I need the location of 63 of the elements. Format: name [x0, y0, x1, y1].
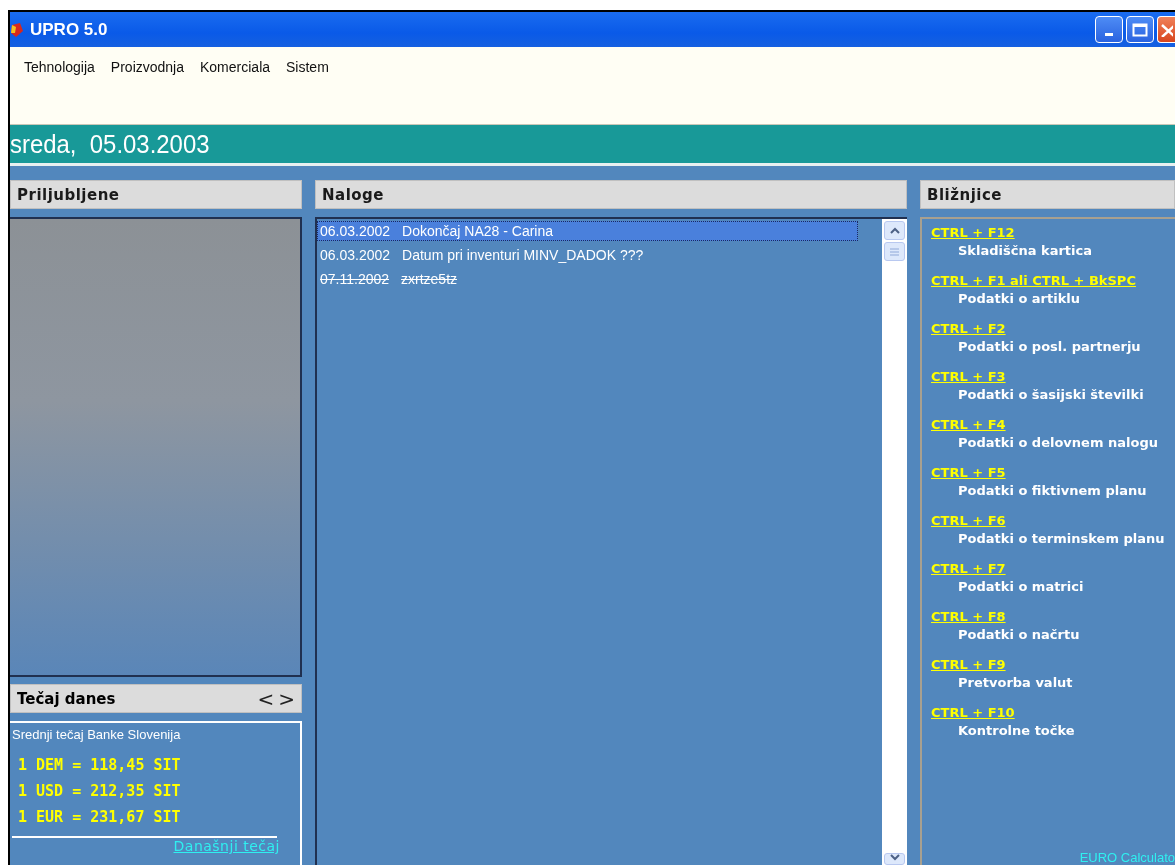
menu-item[interactable]: Sistem: [278, 57, 337, 77]
scroll-thumb[interactable]: [884, 242, 905, 261]
shortcut-label: Podatki o artiklu: [958, 291, 1081, 306]
shortcut-label: Podatki o fiktivnem planu: [958, 483, 1147, 498]
todays-rate-link[interactable]: Današnji tečaj: [173, 838, 280, 854]
close-icon: [1161, 22, 1173, 37]
current-date: sreda, 05.03.2003: [10, 128, 210, 160]
task-row[interactable]: 06.03.2002 Datum pri inventuri MINV_DADOK ???: [317, 245, 858, 265]
task-date: 06.03.2002: [320, 247, 391, 263]
exchange-rate: 1 EUR = 231,67 SIT: [18, 808, 181, 826]
previous-button[interactable]: <: [255, 686, 277, 711]
shortcut-label: Pretvorba valut: [958, 675, 1073, 690]
shortcut-link[interactable]: CTRL + F5: [931, 465, 1006, 480]
task-date: 07.11.2002: [320, 271, 390, 287]
minimize-icon: [1105, 33, 1113, 36]
shortcut-link[interactable]: CTRL + F12: [931, 225, 1015, 240]
shortcut-link[interactable]: CTRL + F10: [931, 705, 1015, 720]
task-date: 06.03.2002: [320, 223, 391, 239]
exchange-rate: 1 DEM = 118,45 SIT: [18, 756, 181, 774]
shortcut-label: Podatki o terminskem planu: [958, 531, 1165, 546]
grip-icon: [890, 247, 899, 256]
shortcut-link[interactable]: CTRL + F3: [931, 369, 1006, 384]
exchange-rate: 1 USD = 212,35 SIT: [18, 782, 181, 800]
shortcut-link[interactable]: CTRL + F6: [931, 513, 1006, 528]
task-text: zxrtze5tz: [401, 271, 458, 287]
chevron-up-icon: [889, 227, 900, 234]
maximize-icon: [1132, 22, 1148, 37]
shortcut-label: Kontrolne točke: [958, 723, 1075, 738]
maximize-button[interactable]: [1126, 16, 1154, 43]
calculator-link[interactable]: EURO Calculato: [1079, 850, 1175, 865]
task-text: Dokončaj NA28 - Carina: [402, 223, 554, 239]
shortcut-label: Podatki o posl. partnerju: [958, 339, 1141, 354]
app-icon: [10, 20, 24, 39]
panel-header: Priljubljene: [10, 180, 302, 209]
window-title: UPRO 5.0: [30, 19, 108, 40]
panel-header: Naloge: [315, 180, 907, 209]
panel-title: Tečaj danes: [17, 689, 117, 708]
shortcut-link[interactable]: CTRL + F7: [931, 561, 1006, 576]
shortcut-link[interactable]: CTRL + F8: [931, 609, 1006, 624]
task-row[interactable]: 07.11.2002 zxrtze5tz: [317, 269, 858, 289]
close-button[interactable]: [1157, 16, 1175, 43]
scroll-down-button[interactable]: [884, 853, 905, 865]
task-text: Datum pri inventuri MINV_DADOK ???: [402, 247, 644, 263]
shortcut-label: Podatki o načrtu: [958, 627, 1080, 642]
task-row[interactable]: 06.03.2002 Dokončaj NA28 - Carina: [317, 221, 858, 241]
shortcut-label: Podatki o matrici: [958, 579, 1084, 594]
shortcut-link[interactable]: CTRL + F1 ali CTRL + BkSPC: [931, 273, 1136, 288]
shortcut-link[interactable]: CTRL + F2: [931, 321, 1006, 336]
menu-item[interactable]: Proizvodnja: [102, 57, 192, 77]
rates-source: Srednji tečaj Banke Slovenija: [12, 727, 181, 742]
chevron-down-icon: [889, 854, 900, 861]
menu-item[interactable]: Tehnologija: [16, 57, 103, 77]
menu-item[interactable]: Komerciala: [192, 57, 279, 77]
shortcut-label: Skladiščna kartica: [958, 243, 1092, 258]
minimize-button[interactable]: [1095, 16, 1123, 43]
next-button[interactable]: >: [276, 686, 297, 711]
shortcut-label: Podatki o delovnem nalogu: [958, 435, 1158, 450]
shortcut-link[interactable]: CTRL + F4: [931, 417, 1006, 432]
scroll-up-button[interactable]: [884, 221, 905, 240]
panel-header: Bližnjice: [920, 180, 1175, 209]
shortcut-label: Podatki o šasijski številki: [958, 387, 1144, 402]
scrollbar[interactable]: [882, 219, 907, 865]
shortcut-link[interactable]: CTRL + F9: [931, 657, 1006, 672]
